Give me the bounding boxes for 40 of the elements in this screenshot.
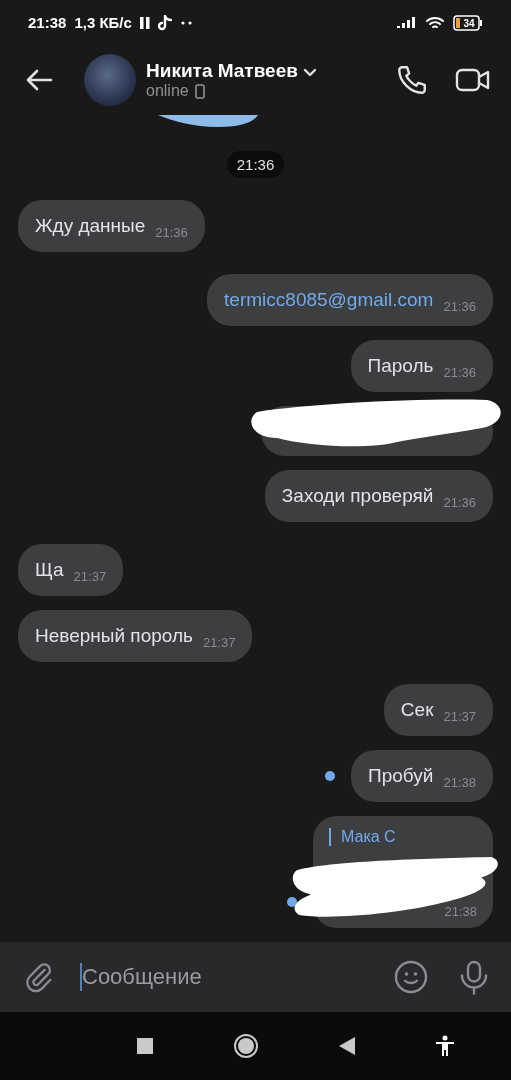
message-time: 21:38	[443, 775, 476, 790]
message-time: 21:37	[443, 709, 476, 724]
message-time: 21:38	[444, 904, 477, 919]
microphone-icon[interactable]	[459, 959, 489, 995]
wifi-icon	[425, 14, 445, 31]
message-time: 21:36	[443, 299, 476, 314]
back-button[interactable]	[24, 68, 54, 92]
message-time: 21:36	[443, 365, 476, 380]
home-button[interactable]	[233, 1033, 259, 1059]
phone-device-icon	[194, 83, 205, 99]
signal-icon	[397, 15, 417, 30]
music-note-icon	[157, 14, 172, 31]
battery-icon: 34	[453, 14, 483, 31]
reply-quote: Мака С	[329, 828, 477, 846]
avatar[interactable]	[84, 54, 136, 106]
message-text: Заходи проверяй	[281, 485, 434, 507]
message-time: 21:37	[73, 569, 107, 584]
message-text: Пароль	[367, 355, 434, 377]
pause-icon	[139, 16, 150, 29]
call-button[interactable]	[395, 63, 429, 97]
status-time: 21:38	[28, 14, 67, 31]
message-text: Сек	[400, 699, 434, 721]
network-speed: 1,3 КБ/с	[74, 14, 132, 31]
message-text: Жду данные	[35, 215, 146, 237]
back-nav-button[interactable]	[339, 1037, 355, 1055]
date-chip: 21:36	[226, 151, 285, 178]
message-time: 21:36	[155, 225, 188, 240]
more-dots-icon	[179, 19, 194, 26]
message-time: 21:37	[202, 635, 236, 650]
message-text[interactable]: termicc8085@gmail.com	[224, 289, 434, 311]
contact-name[interactable]: Никита Матвеев	[146, 60, 369, 82]
message-time: 21:36	[443, 495, 476, 510]
video-call-button[interactable]	[455, 66, 491, 94]
message-text: Ща	[35, 559, 64, 581]
message-text: Пробуй	[368, 765, 434, 787]
accessibility-button[interactable]	[435, 1035, 455, 1057]
chevron-down-icon	[303, 68, 318, 77]
message-text: Неверный пороль	[35, 625, 193, 647]
online-status: online	[146, 82, 189, 100]
emoji-icon[interactable]	[393, 959, 429, 995]
